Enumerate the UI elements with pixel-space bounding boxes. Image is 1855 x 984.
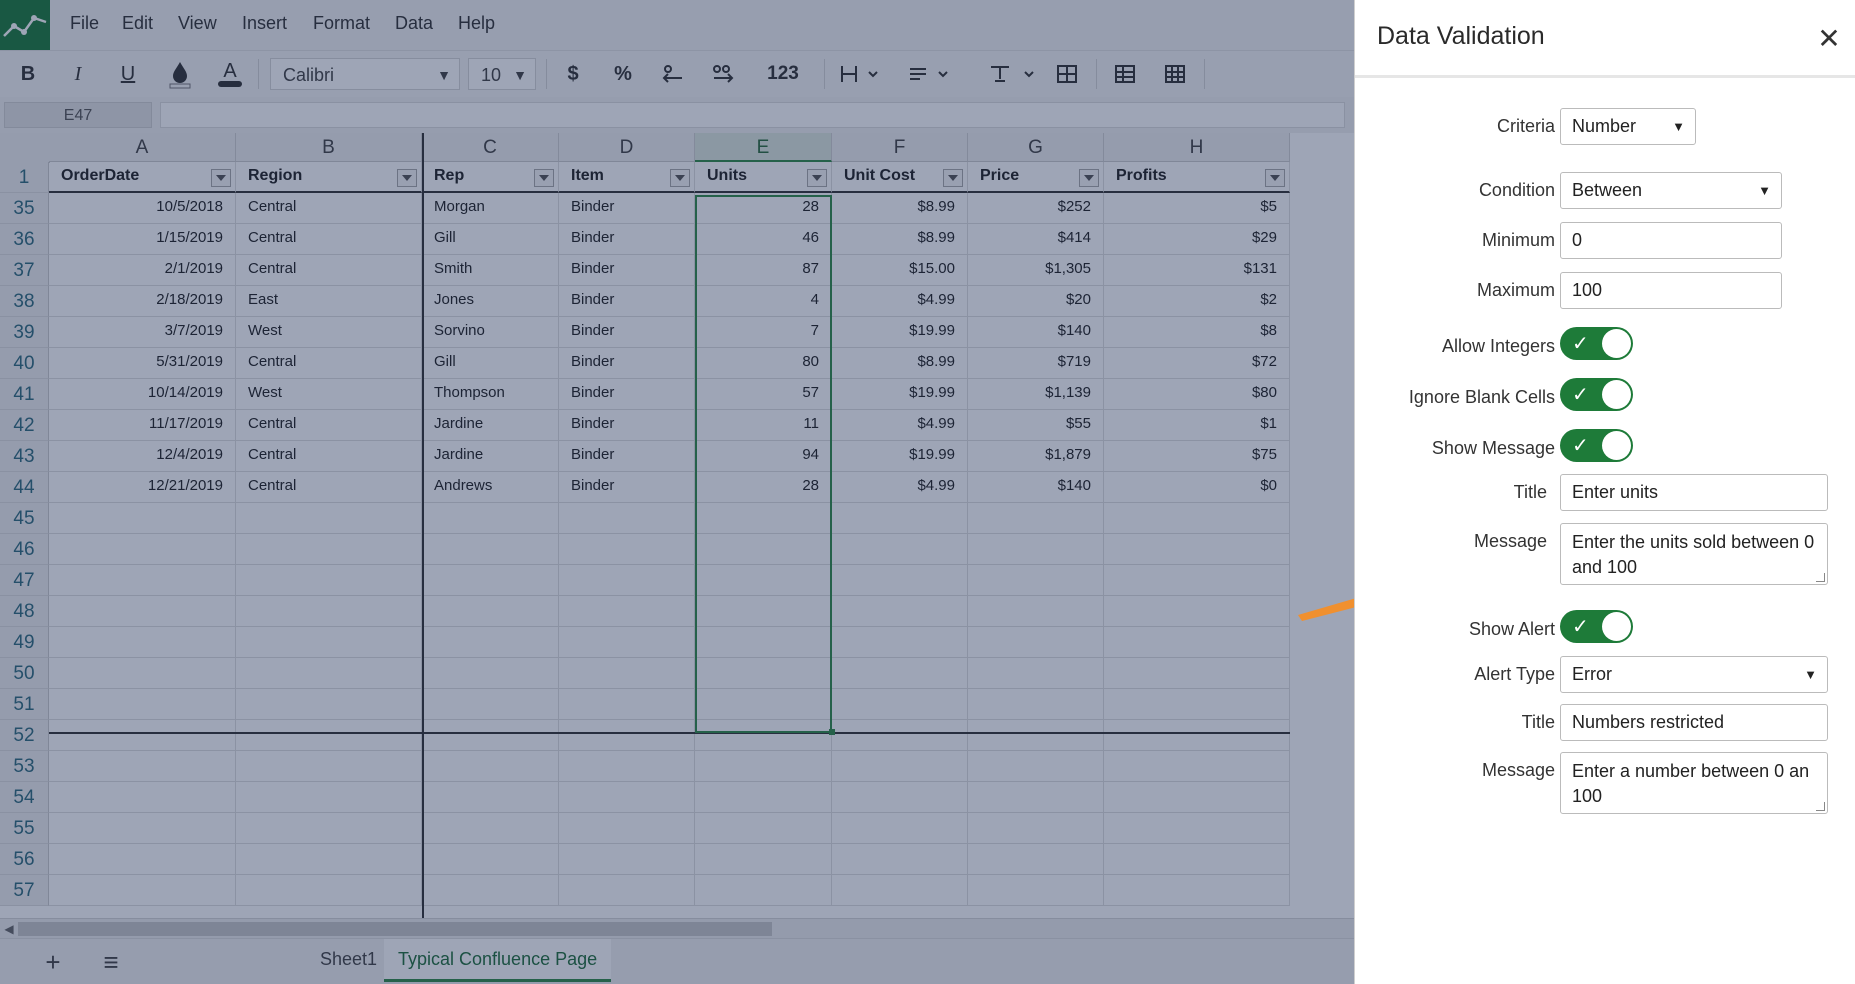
allow-integers-toggle[interactable]: ✓ [1560, 327, 1633, 360]
message-title-input[interactable] [1560, 474, 1828, 511]
condition-select[interactable]: Between ▼ [1560, 172, 1782, 209]
caret-down-icon: ▼ [1672, 119, 1685, 134]
alert-title-input[interactable] [1560, 704, 1828, 741]
message-textarea[interactable]: Enter the units sold between 0 and 100 [1560, 523, 1828, 585]
alert-type-label: Alert Type [1474, 664, 1555, 684]
toggle-knob [1602, 380, 1631, 409]
resize-grip-icon[interactable] [1816, 573, 1825, 582]
caret-down-icon: ▼ [1758, 183, 1771, 198]
alert-type-value: Error [1572, 664, 1612, 684]
alert-message-textarea[interactable]: Enter a number between 0 an 100 [1560, 752, 1828, 814]
check-icon: ✓ [1572, 384, 1589, 406]
criteria-select[interactable]: Number ▼ [1560, 108, 1696, 145]
toggle-knob [1602, 612, 1631, 641]
data-validation-panel: Data Validation ✕ Criteria Number ▼ Cond… [1354, 0, 1855, 984]
message-title-label: Title [1513, 482, 1547, 502]
alert-message-field-wrapper: Enter a number between 0 an 100 [1560, 752, 1828, 814]
condition-label: Condition [1478, 180, 1555, 200]
check-icon: ✓ [1572, 435, 1589, 457]
check-icon: ✓ [1572, 616, 1589, 638]
show-message-label: Show Message [1431, 438, 1555, 458]
panel-title: Data Validation [1377, 22, 1545, 50]
toggle-knob [1602, 431, 1631, 460]
message-label: Message [1473, 531, 1547, 551]
minimum-label: Minimum [1481, 230, 1555, 250]
toggle-knob [1602, 329, 1631, 358]
ignore-blank-cells-toggle[interactable]: ✓ [1560, 378, 1633, 411]
show-alert-toggle[interactable]: ✓ [1560, 610, 1633, 643]
panel-divider [1355, 75, 1855, 78]
resize-grip-icon[interactable] [1816, 802, 1825, 811]
alert-type-select[interactable]: Error ▼ [1560, 656, 1828, 693]
alert-message-label: Message [1481, 760, 1555, 780]
ignore-blank-cells-label: Ignore Blank Cells [1408, 387, 1555, 407]
close-icon[interactable]: ✕ [1815, 22, 1843, 55]
modal-overlay[interactable] [0, 0, 1354, 984]
show-alert-label: Show Alert [1468, 619, 1555, 639]
check-icon: ✓ [1572, 333, 1589, 355]
alert-title-label: Title [1521, 712, 1555, 732]
caret-down-icon: ▼ [1804, 667, 1817, 682]
minimum-input[interactable] [1560, 222, 1782, 259]
show-message-toggle[interactable]: ✓ [1560, 429, 1633, 462]
message-field-wrapper: Enter the units sold between 0 and 100 [1560, 523, 1828, 585]
maximum-label: Maximum [1476, 280, 1555, 300]
criteria-label: Criteria [1496, 116, 1555, 136]
spreadsheet-area: File Edit View Insert Format Data Help B… [0, 0, 1354, 984]
maximum-input[interactable] [1560, 272, 1782, 309]
condition-value: Between [1572, 180, 1643, 200]
allow-integers-label: Allow Integers [1441, 336, 1555, 356]
criteria-value: Number [1572, 116, 1637, 136]
